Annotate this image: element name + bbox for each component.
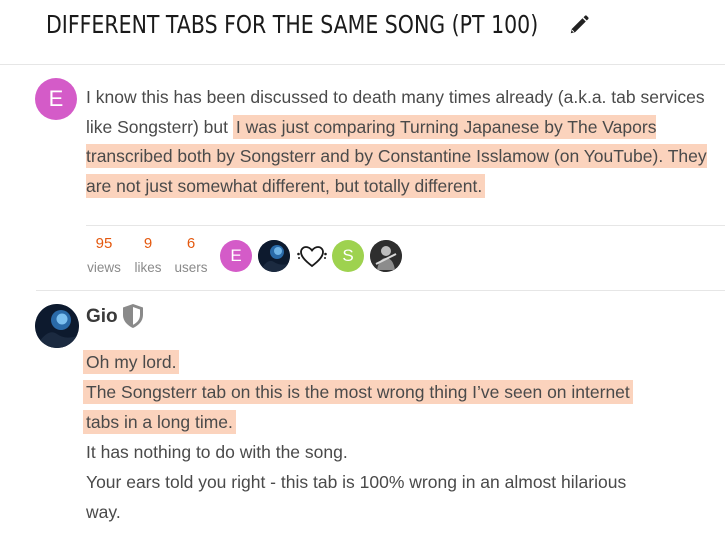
- topic-title[interactable]: DIFFERENT TABS FOR THE SAME SONG (PT 100…: [46, 10, 538, 39]
- avatar-letter: E: [48, 86, 64, 111]
- shield-icon: [121, 303, 145, 334]
- avatar-photo-icon: [370, 240, 402, 272]
- highlighted-text: Oh my lord.: [83, 350, 180, 374]
- post-line: Your ears told you right - this tab is 1…: [86, 471, 626, 493]
- post-text: It has nothing to do with the song.: [86, 442, 348, 462]
- post-divider: [36, 290, 725, 291]
- avatar-photo-icon: [258, 240, 290, 272]
- participant-avatar[interactable]: [296, 240, 328, 272]
- post-line: Oh my lord.: [83, 350, 180, 374]
- pencil-icon[interactable]: [568, 14, 590, 36]
- post-line: The Songsterr tab on this is the most wr…: [83, 380, 633, 404]
- users-count: 6: [186, 235, 196, 252]
- post-line: way.: [86, 501, 121, 523]
- views-label: views: [87, 260, 121, 275]
- likes-count: 9: [143, 235, 153, 252]
- post-username[interactable]: Gio: [86, 306, 118, 328]
- avatar[interactable]: E: [35, 78, 77, 120]
- post-divider: [86, 225, 725, 226]
- topic-title-row: DIFFERENT TABS FOR THE SAME SONG (PT 100…: [46, 10, 590, 39]
- stat-users: 6 users: [171, 235, 211, 277]
- first-post-body: I know this has been discussed to death …: [86, 83, 716, 201]
- highlighted-text: The Songsterr tab on this is the most wr…: [83, 380, 633, 404]
- likes-label: likes: [134, 260, 162, 275]
- stat-views: 95 views: [84, 235, 124, 277]
- post-line: It has nothing to do with the song.: [86, 441, 348, 463]
- post-line: tabs in a long time.: [83, 410, 236, 434]
- post-text: Your ears told you right - this tab is 1…: [86, 472, 627, 492]
- highlighted-text: tabs in a long time.: [83, 410, 236, 434]
- avatar[interactable]: [35, 304, 79, 348]
- participant-avatar[interactable]: E: [220, 240, 252, 272]
- discourse-topic-page: DIFFERENT TABS FOR THE SAME SONG (PT 100…: [0, 0, 725, 558]
- views-count: 95: [95, 235, 113, 252]
- username-text: Gio: [86, 306, 118, 327]
- users-label: users: [174, 260, 208, 275]
- post-text: way.: [86, 502, 121, 522]
- title-divider: [0, 64, 725, 65]
- participant-avatar[interactable]: [370, 240, 402, 272]
- stat-likes: 9 likes: [128, 235, 168, 277]
- participant-avatar[interactable]: [258, 240, 290, 272]
- heart-icon: [297, 246, 327, 268]
- participant-letter: E: [230, 246, 242, 265]
- participant-letter: S: [342, 246, 354, 265]
- participant-avatar[interactable]: S: [332, 240, 364, 272]
- avatar-photo-icon: [35, 304, 79, 348]
